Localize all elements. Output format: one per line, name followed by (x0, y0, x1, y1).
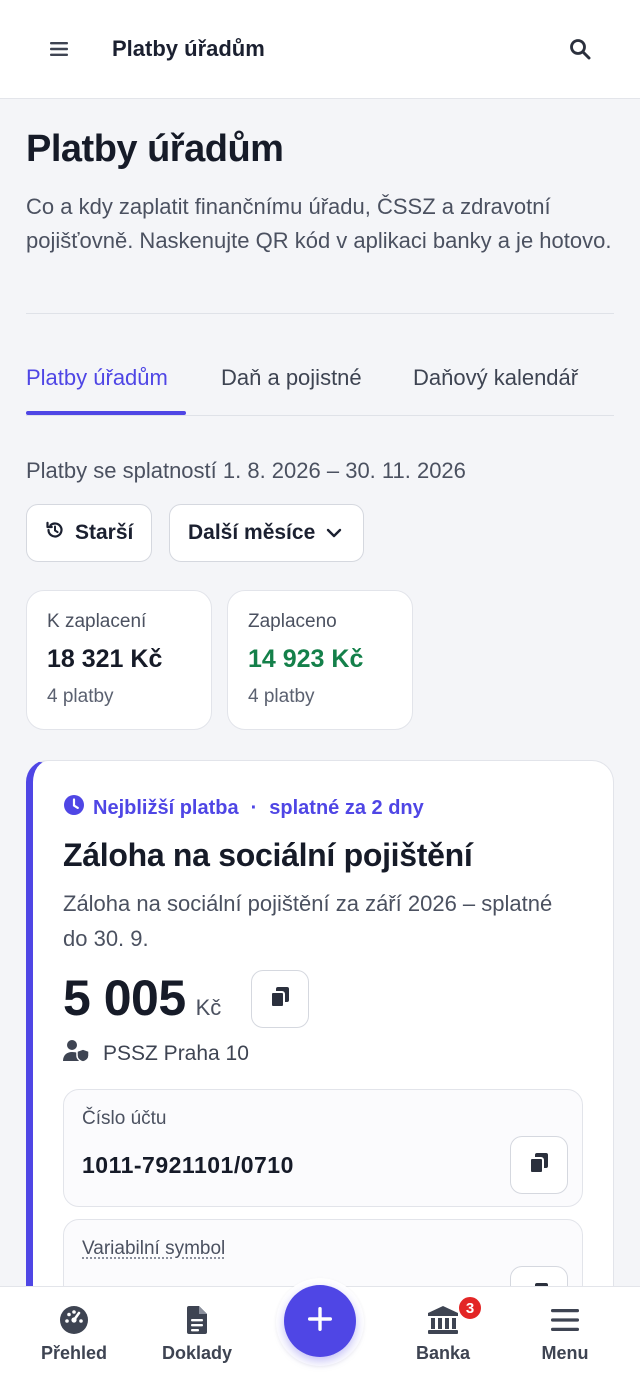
badge-separator: · (250, 796, 258, 819)
paid-label: Zaplaceno (248, 611, 337, 632)
to-pay-amount: 18 321 Kč (47, 645, 163, 673)
copy-amount-button[interactable] (251, 970, 309, 1028)
account-number-value: 1011-7921101/0710 (82, 1152, 294, 1178)
payment-currency: Kč (195, 995, 222, 1020)
search-icon[interactable] (562, 31, 598, 67)
account-number-field: Číslo účtu 1011-7921101/0710 (63, 1089, 583, 1207)
next-payment-label: Nejbližší platba (93, 796, 239, 819)
account-number-label: Číslo účtu (82, 1108, 167, 1129)
page-title: Platby úřadům (26, 128, 284, 170)
tab-dan-a-pojistne[interactable]: Daň a pojistné (221, 365, 362, 391)
clock-icon (63, 794, 85, 822)
summary-card-to-pay: K zaplacení 18 321 Kč 4 platby (26, 590, 212, 730)
payment-amount: 5 005 Kč (63, 969, 221, 1027)
next-payment-card: Nejbližší platba · splatné za 2 dny Zálo… (26, 760, 614, 1360)
nav-item-overview[interactable]: Přehled (19, 1305, 129, 1364)
bank-notification-badge: 3 (457, 1295, 483, 1321)
gauge-icon (59, 1305, 89, 1335)
tab-danovy-kalendar[interactable]: Daňový kalendář (413, 365, 578, 391)
next-payment-badge: Nejbližší platba · splatné za 2 dny (63, 794, 424, 822)
nav-documents-label: Doklady (161, 1343, 233, 1363)
date-range-text: Platby se splatností 1. 8. 2026 – 30. 11… (26, 458, 466, 483)
tab-bar: Platby úřadům Daň a pojistné Daňový kale… (26, 340, 614, 416)
older-button[interactable]: Starší (26, 504, 152, 562)
office-info: PSSZ Praha 10 (63, 1039, 249, 1069)
app-bar: Platby úřadům (0, 0, 640, 99)
to-pay-count: 4 platby (47, 686, 114, 707)
add-button[interactable] (284, 1285, 356, 1357)
hamburger-icon[interactable] (42, 32, 76, 66)
nav-item-documents[interactable]: Doklady (142, 1305, 252, 1364)
document-icon (185, 1305, 209, 1335)
due-label: splatné za 2 dny (269, 796, 424, 819)
copy-icon (527, 1151, 551, 1180)
payment-title: Záloha na sociální pojištění (63, 837, 473, 873)
nav-bank-label: Banka (415, 1343, 471, 1363)
active-tab-indicator (26, 411, 186, 415)
app-bar-title: Platby úřadům (112, 36, 265, 61)
history-icon (45, 520, 65, 546)
plus-icon (306, 1305, 334, 1338)
nav-overview-label: Přehled (40, 1343, 108, 1363)
paid-count: 4 platby (248, 686, 315, 707)
copy-account-button[interactable] (510, 1136, 568, 1194)
divider (26, 313, 614, 314)
next-months-label: Další měsíce (188, 521, 316, 544)
variable-symbol-label: Variabilní symbol (82, 1238, 226, 1259)
to-pay-label: K zaplacení (47, 611, 147, 632)
nav-menu-label: Menu (541, 1343, 589, 1363)
chevron-down-icon (325, 521, 343, 545)
payment-description: Záloha na sociální pojištění za září 202… (63, 891, 553, 951)
next-months-button[interactable]: Další měsíce (169, 504, 364, 562)
copy-icon (268, 985, 292, 1014)
payment-amount-value: 5 005 (63, 970, 186, 1026)
nav-item-menu[interactable]: Menu (510, 1305, 620, 1364)
office-name: PSSZ Praha 10 (103, 1042, 249, 1065)
summary-card-paid: Zaplaceno 14 923 Kč 4 platby (227, 590, 413, 730)
page-description: Co a kdy zaplatit finančnímu úřadu, ČSSZ… (26, 194, 612, 253)
user-shield-icon (63, 1039, 91, 1069)
bank-icon: 3 (427, 1295, 483, 1335)
paid-amount: 14 923 Kč (248, 645, 364, 673)
hamburger-icon (551, 1305, 579, 1335)
older-button-label: Starší (75, 521, 134, 544)
tab-platby-uradum[interactable]: Platby úřadům (26, 365, 168, 391)
nav-item-bank[interactable]: 3 Banka (388, 1295, 498, 1364)
